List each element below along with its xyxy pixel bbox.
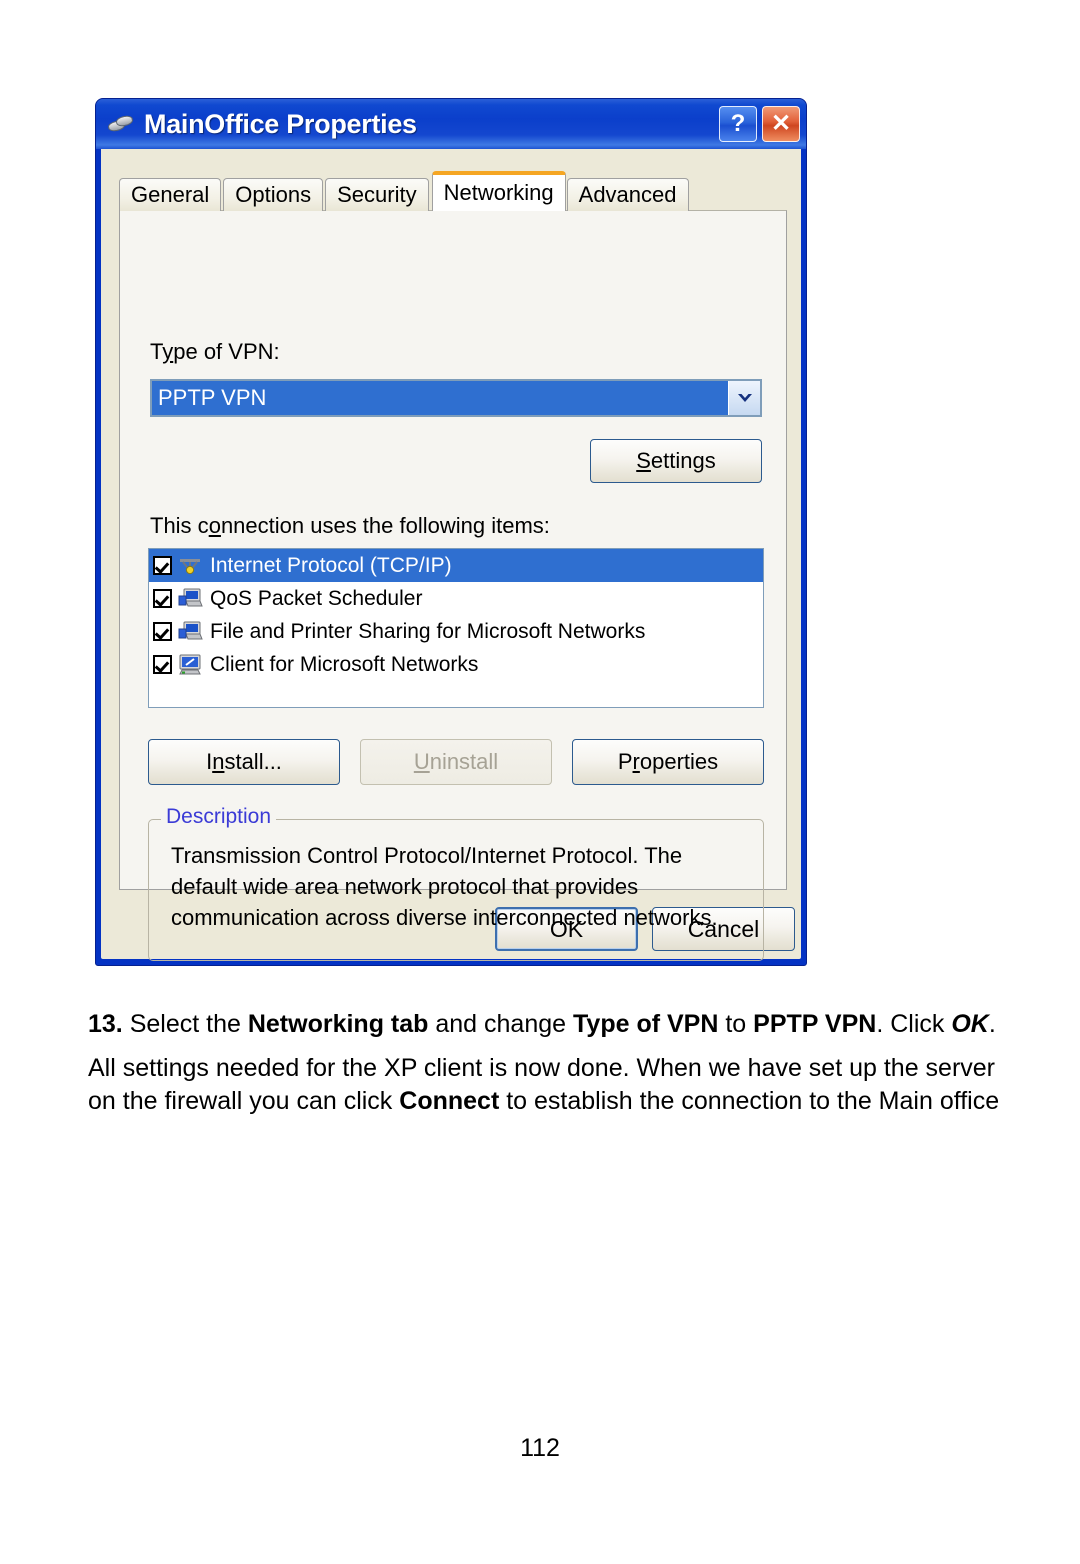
step-part1: Select the [122,1010,248,1038]
step-part3: to [718,1010,754,1038]
step-number: 13. [88,1010,123,1038]
network-connection-icon [107,113,134,135]
vpn-type-value: PPTP VPN [152,381,728,415]
page-number: 112 [520,1434,560,1462]
paragraph-bold1: Connect [399,1086,500,1115]
list-item-label: QoS Packet Scheduler [210,586,423,610]
description-group: Description Transmission Control Protoco… [148,805,764,961]
step-bold2: Type of VPN [573,1010,719,1038]
dialog-body: General Options Security Networking Adva… [101,149,801,961]
tab-security[interactable]: Security [325,178,429,211]
tab-options[interactable]: Options [223,178,324,211]
step-part5: . [988,1010,996,1038]
checkbox-checked-icon[interactable] [153,655,172,674]
list-item-label: Client for Microsoft Networks [210,652,479,676]
dialog-title-bar[interactable]: MainOffice Properties ? ✕ [96,99,806,149]
title-bar-buttons: ? ✕ [719,106,800,142]
vpn-type-combobox[interactable]: PPTP VPN [150,379,762,417]
chevron-down-icon[interactable] [728,381,760,415]
checkbox-checked-icon[interactable] [153,589,172,608]
list-item[interactable]: QoS Packet Scheduler [149,582,763,615]
list-item[interactable]: Client for Microsoft Networks [149,648,763,681]
description-legend: Description [161,805,277,829]
help-icon[interactable]: ? [719,106,757,142]
install-button[interactable]: Install... [148,739,340,785]
list-item[interactable]: Internet Protocol (TCP/IP) [149,549,763,582]
step-instruction: 13. Select the Networking tab and change… [88,1008,1028,1041]
step-bold1: Networking tab [247,1010,429,1038]
tab-general[interactable]: General [119,178,222,211]
list-item-label: Internet Protocol (TCP/IP) [210,553,452,577]
closing-paragraph: All settings needed for the XP client is… [88,1052,1028,1117]
paragraph-part2: to establish the connection to the Main … [499,1086,1000,1115]
network-service-icon [177,620,203,644]
dialog-title: MainOffice Properties [144,108,417,139]
list-item[interactable]: File and Printer Sharing for Microsoft N… [149,615,763,648]
description-text: Transmission Control Protocol/Internet P… [171,843,718,931]
networking-tab-panel: Type of VPN: PPTP VPN Settings This conn… [119,210,787,961]
uninstall-button: Uninstall [360,739,552,785]
vpn-type-label: Type of VPN: [150,339,280,364]
step-part2: and change [428,1010,573,1038]
properties-button[interactable]: Properties [572,739,764,785]
list-item-label: File and Printer Sharing for Microsoft N… [210,619,646,643]
settings-button[interactable]: Settings [590,439,762,483]
tab-networking[interactable]: Networking [431,171,566,211]
tab-strip: General Options Security Networking Adva… [119,171,691,211]
main-office-properties-dialog: MainOffice Properties ? ✕ General Option… [95,98,807,966]
close-icon[interactable]: ✕ [762,106,800,142]
step-italic1: OK [951,1010,989,1038]
network-client-icon [177,653,203,677]
items-list-label: This connection uses the following items… [150,513,550,538]
network-components-list[interactable]: Internet Protocol (TCP/IP) QoS Packet Sc… [148,548,764,708]
step-part4: . Click [876,1010,952,1038]
checkbox-checked-icon[interactable] [153,622,172,641]
tcpip-protocol-icon [177,554,203,578]
network-service-icon [177,587,203,611]
tab-advanced[interactable]: Advanced [566,178,689,211]
step-bold3: PPTP VPN [753,1010,877,1038]
checkbox-checked-icon[interactable] [153,556,172,575]
